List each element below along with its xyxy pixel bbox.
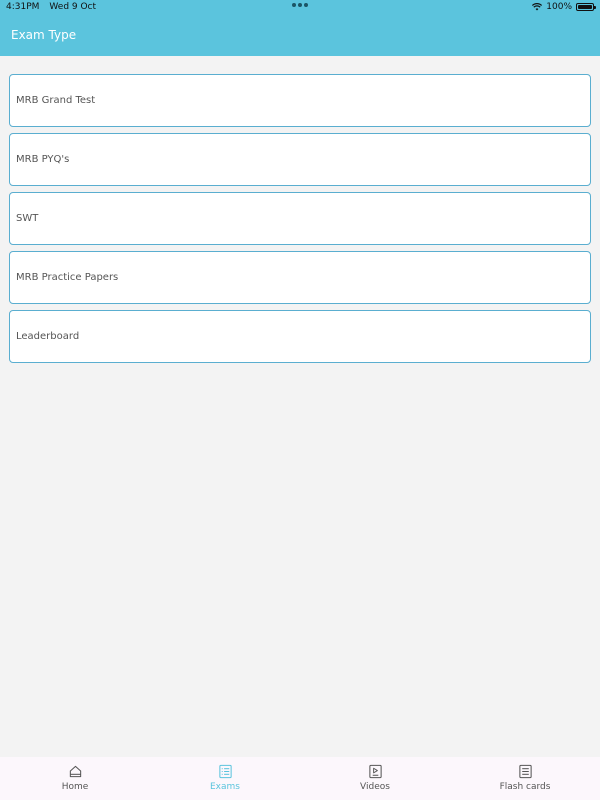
tab-exams[interactable]: Exams [150,757,300,800]
exam-type-label: MRB Grand Test [16,95,96,106]
exam-type-label: MRB Practice Papers [16,272,119,283]
home-icon [69,765,81,778]
status-date: Wed 9 Oct [49,2,97,12]
exam-type-label: SWT [16,213,39,224]
tab-label: Home [61,782,89,792]
exam-type-mrb-practice-papers[interactable]: MRB Practice Papers [9,251,591,304]
battery-percent: 100% [546,2,572,12]
status-bar: 4:31PM Wed 9 Oct 100% [0,0,600,14]
multitasking-dots-icon[interactable] [292,3,308,7]
tab-home[interactable]: Home [0,757,150,800]
exam-type-swt[interactable]: SWT [9,192,591,245]
wifi-icon [532,3,543,11]
tab-label: Videos [360,782,390,792]
bottom-tab-bar: Home Exams Videos Flash cards [0,757,600,800]
tab-flash-cards[interactable]: Flash cards [450,757,600,800]
list-icon [218,764,232,779]
play-icon [368,764,382,779]
status-time: 4:31PM [6,2,40,12]
exam-type-leaderboard[interactable]: Leaderboard [9,310,591,363]
battery-icon [576,3,596,11]
tab-videos[interactable]: Videos [300,757,450,800]
tab-label: Flash cards [499,782,551,792]
exam-type-label: Leaderboard [16,331,80,342]
exam-type-mrb-grand-test[interactable]: MRB Grand Test [9,74,591,127]
exam-type-mrb-pyqs[interactable]: MRB PYQ's [9,133,591,186]
cards-icon [518,764,532,779]
app-header: Exam Type [0,14,600,56]
exam-type-list: MRB Grand Test MRB PYQ's SWT MRB Practic… [9,74,591,369]
page-title: Exam Type [11,28,77,42]
tab-label: Exams [210,782,240,792]
exam-type-label: MRB PYQ's [16,154,70,165]
